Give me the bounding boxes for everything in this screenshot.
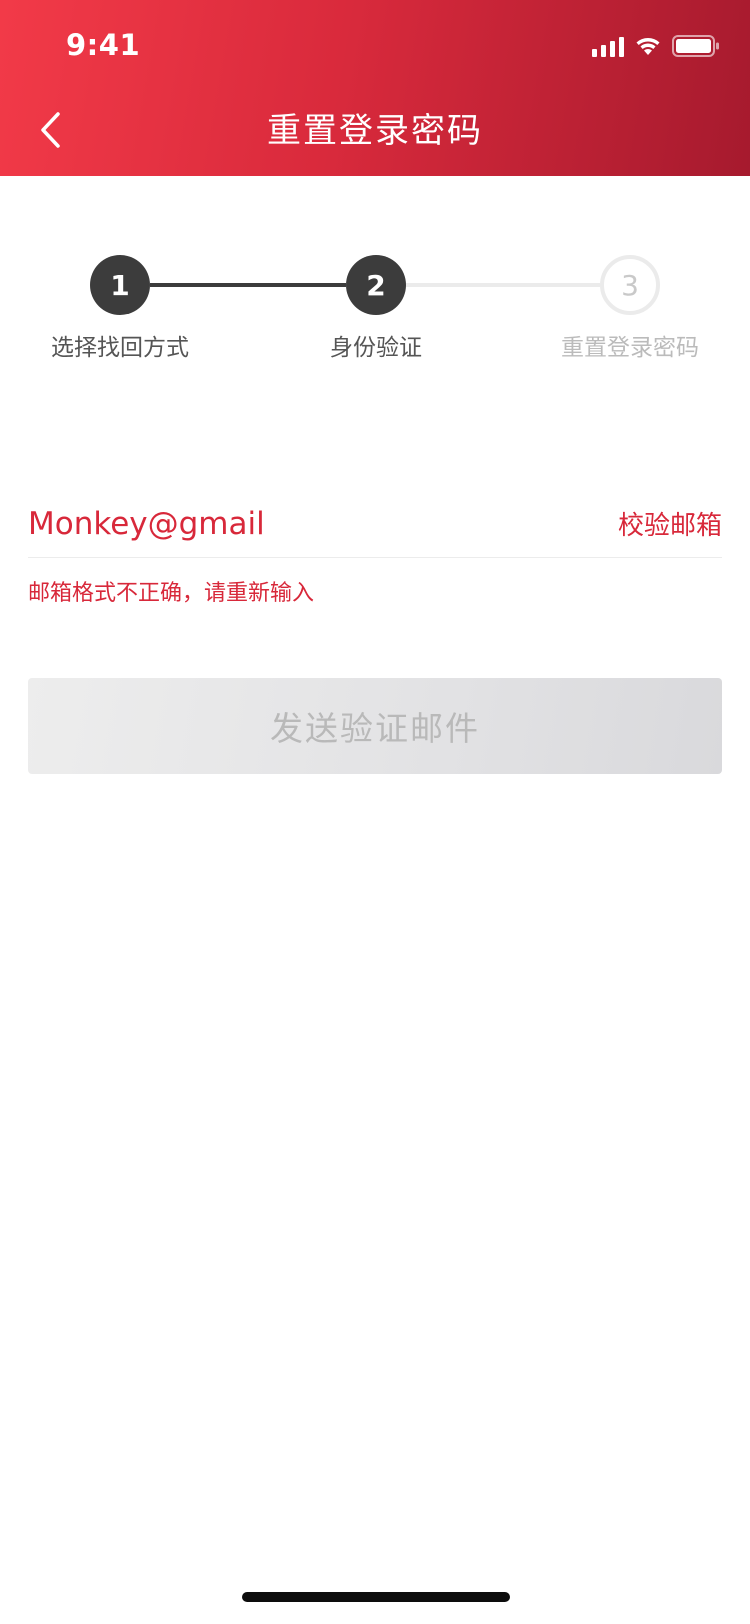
verify-email-button[interactable]: 校验邮箱: [618, 505, 722, 542]
home-indicator: [242, 1592, 510, 1602]
status-icons: [592, 34, 720, 58]
battery-icon: [672, 34, 720, 58]
page-title: 重置登录密码: [267, 111, 483, 151]
step-3-label: 重置登录密码: [561, 335, 699, 361]
step-2-indicator: 2: [346, 255, 406, 315]
step-connector-completed: [150, 283, 346, 287]
send-verification-email-button[interactable]: 发送验证邮件: [28, 678, 722, 774]
step-1-indicator: 1: [90, 255, 150, 315]
reset-password-screen: 9:41 重置登录密码 1 2 3 选择找回方式 身份验证 重置登录密码 Mon…: [0, 0, 750, 1624]
header: 9:41 重置登录密码: [0, 0, 750, 176]
email-field-row: Monkey@gmail 校验邮箱: [28, 490, 722, 558]
status-time: 9:41: [66, 28, 141, 62]
email-field[interactable]: Monkey@gmail: [28, 506, 265, 542]
cellular-signal-icon: [592, 35, 624, 57]
step-connector-pending: [404, 283, 600, 287]
step-3-indicator: 3: [600, 255, 660, 315]
email-error-message: 邮箱格式不正确，请重新输入: [28, 581, 315, 606]
wifi-icon: [634, 35, 662, 57]
step-2-label: 身份验证: [330, 335, 422, 361]
step-1-label: 选择找回方式: [51, 335, 189, 361]
